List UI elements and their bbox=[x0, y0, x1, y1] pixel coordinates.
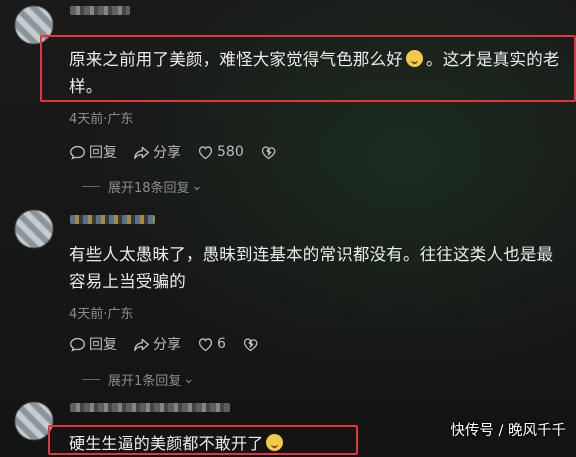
divider bbox=[82, 379, 100, 380]
chevron-down-icon: ⌄ bbox=[191, 179, 203, 194]
username[interactable] bbox=[70, 403, 230, 412]
reply-icon bbox=[70, 337, 85, 352]
dislike-button[interactable] bbox=[260, 144, 277, 161]
chevron-down-icon: ⌄ bbox=[183, 372, 195, 387]
avatar[interactable] bbox=[15, 210, 53, 248]
comment-actions: 回复 分享 580 bbox=[69, 142, 277, 162]
like-button[interactable]: 6 bbox=[197, 336, 226, 353]
reply-button[interactable]: 回复 bbox=[69, 142, 117, 162]
comment-meta: 4天前·广东 bbox=[69, 307, 134, 322]
watermark: 快传号 / 晚风千千 bbox=[450, 423, 566, 439]
like-button[interactable]: 580 bbox=[197, 144, 244, 161]
smile-emoji-icon bbox=[406, 50, 423, 67]
broken-heart-icon bbox=[261, 145, 276, 159]
reply-icon bbox=[70, 145, 85, 160]
comment-text: 原来之前用了美颜，难怪大家觉得气色那么好 。这才是真实的老样。 bbox=[69, 50, 560, 96]
reply-button[interactable]: 回复 bbox=[69, 334, 117, 354]
username[interactable] bbox=[70, 6, 130, 15]
share-icon bbox=[134, 146, 149, 159]
dislike-button[interactable] bbox=[242, 336, 259, 353]
share-icon bbox=[134, 338, 149, 351]
expand-replies[interactable]: 展开18条回复 ⌄ bbox=[82, 177, 202, 196]
share-button[interactable]: 分享 bbox=[133, 142, 181, 162]
comment-actions: 回复 分享 6 bbox=[69, 334, 259, 354]
broken-heart-icon bbox=[243, 337, 258, 351]
username[interactable] bbox=[70, 215, 155, 224]
heart-icon bbox=[198, 337, 213, 351]
expand-replies[interactable]: 展开1条回复 ⌄ bbox=[82, 370, 194, 389]
share-button[interactable]: 分享 bbox=[133, 334, 181, 354]
comment-text: 有些人太愚昧了，愚昧到连基本的常识都没有。往往这类人也是最容易上当受骗的 bbox=[69, 245, 554, 291]
comment-meta: 4天前·广东 bbox=[69, 112, 134, 127]
divider bbox=[82, 186, 100, 187]
heart-icon bbox=[198, 145, 213, 159]
smile-emoji-icon bbox=[266, 434, 284, 451]
